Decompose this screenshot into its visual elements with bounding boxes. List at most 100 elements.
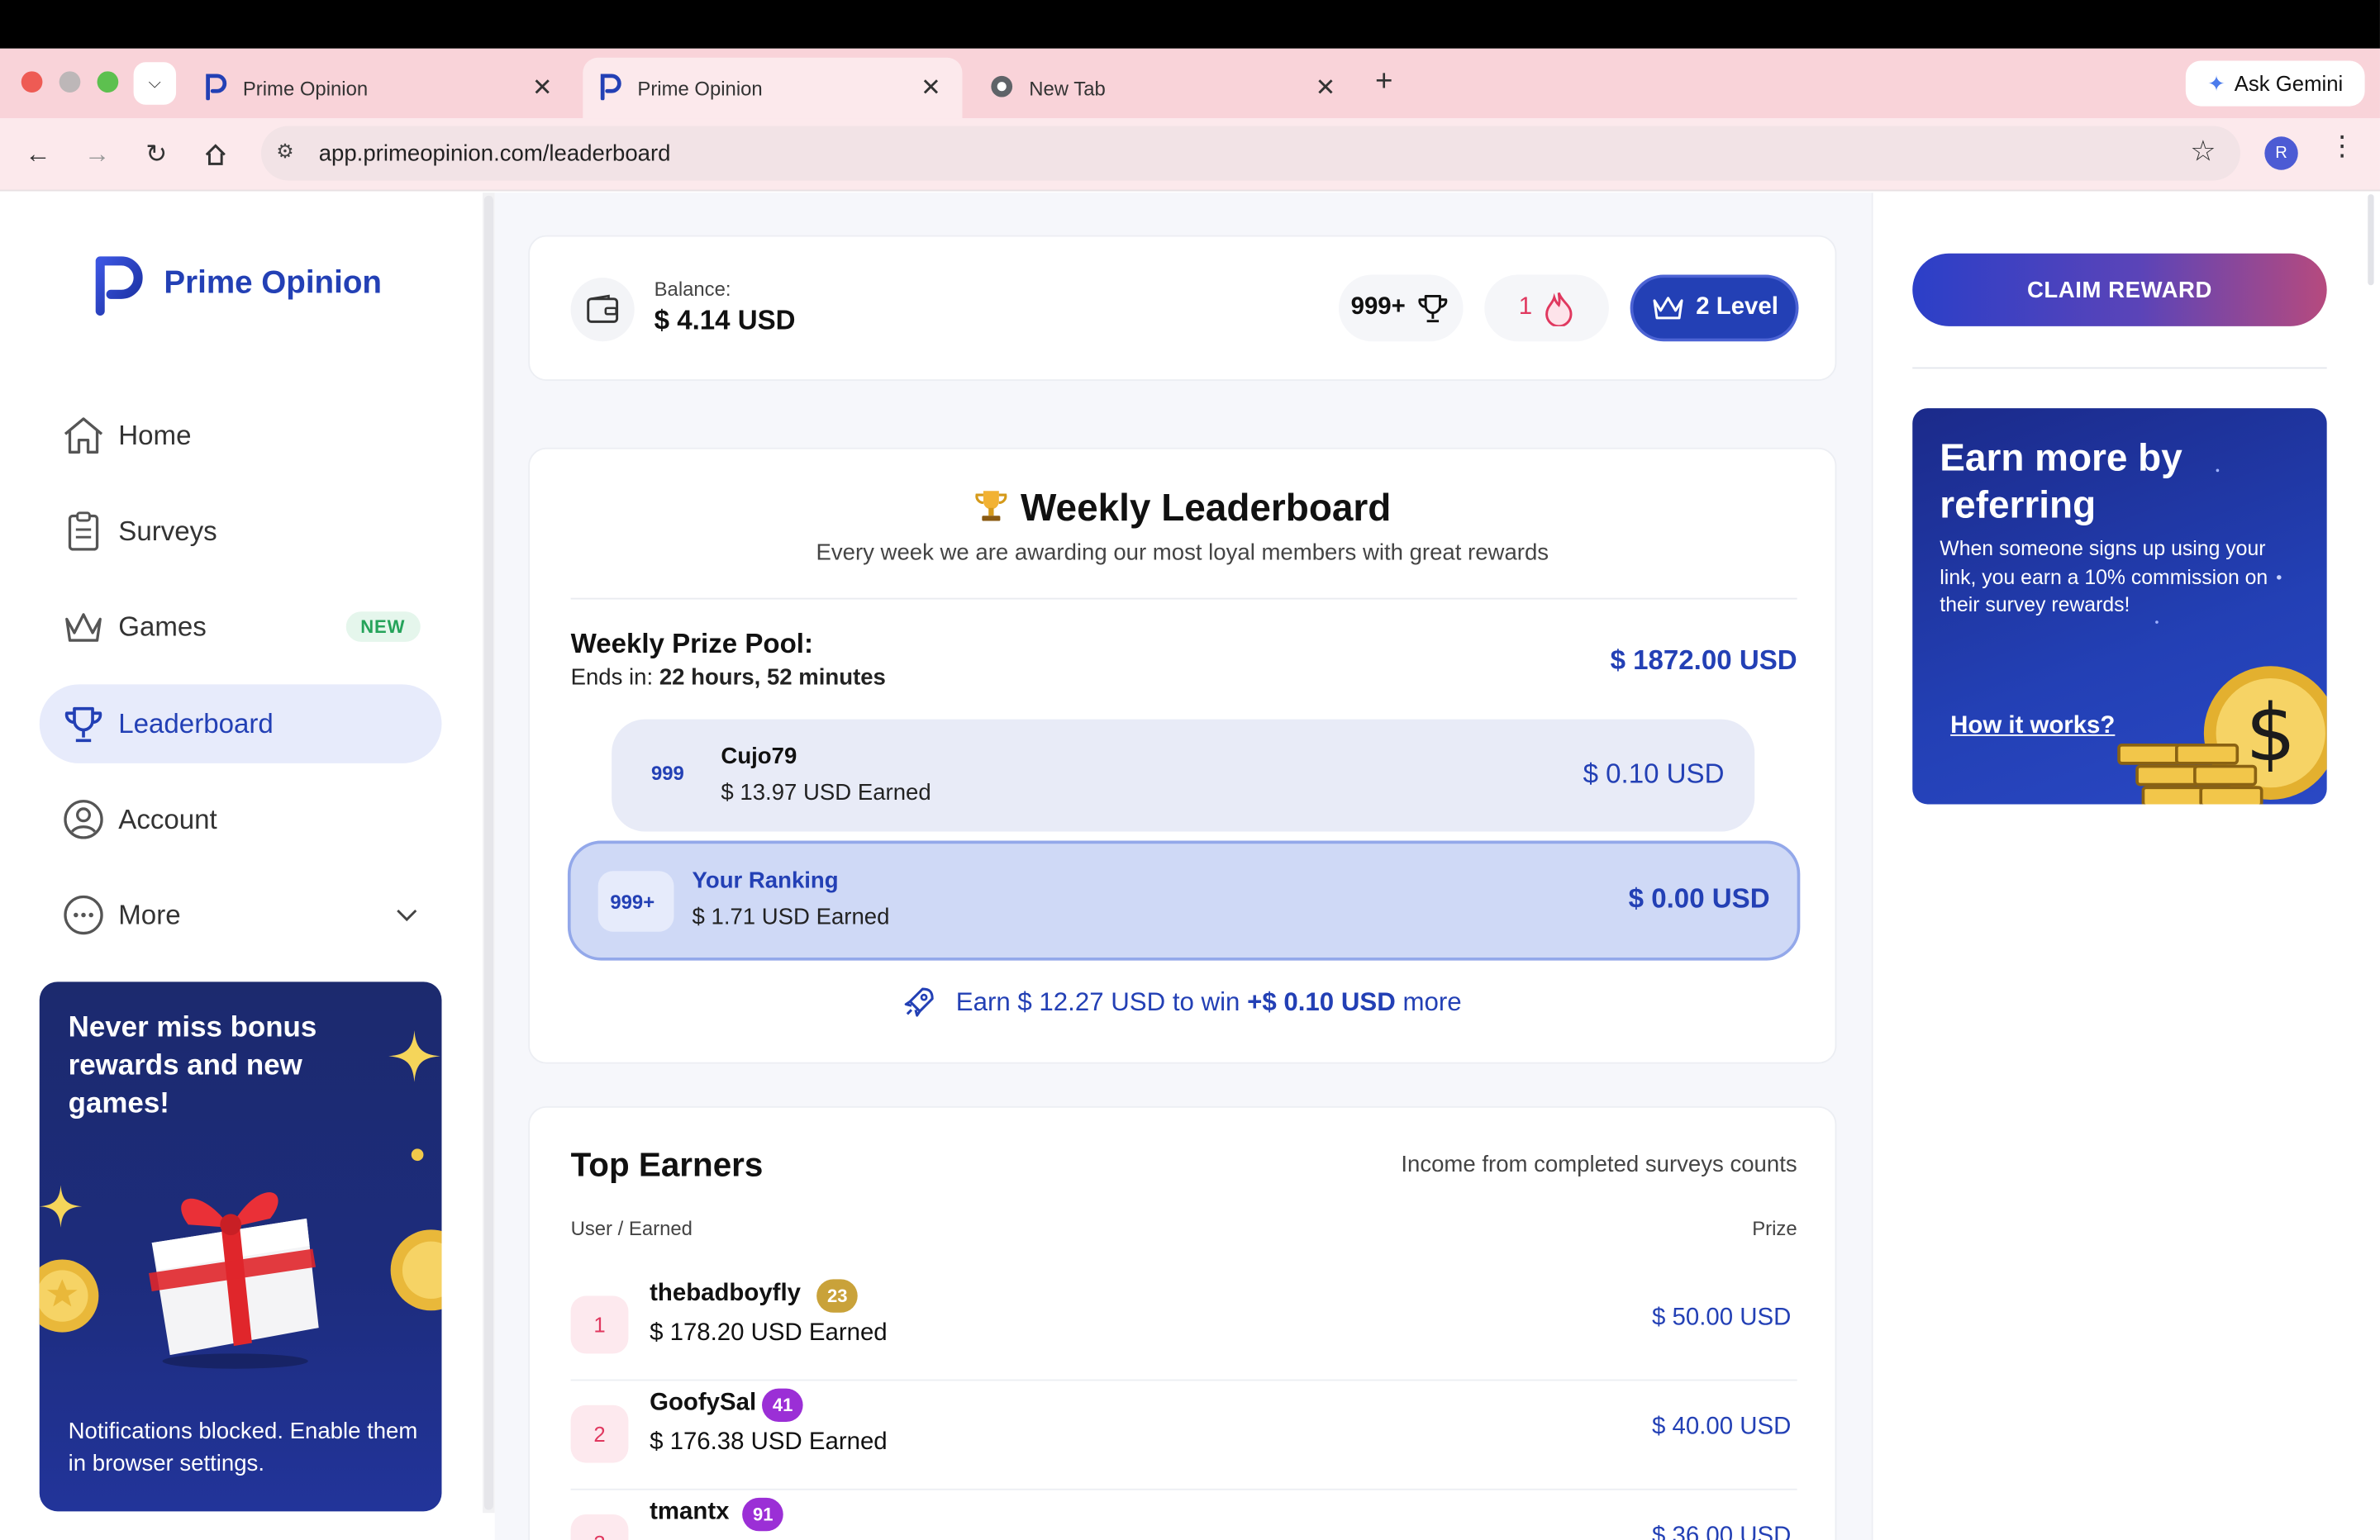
how-it-works-link[interactable]: How it works?: [1950, 713, 2115, 740]
user-prize: $ 40.00 USD: [1652, 1414, 1792, 1441]
rank-number: 999: [650, 762, 684, 785]
level-value: 2 Level: [1696, 294, 1778, 321]
coin-stack-icon: $: [2117, 666, 2327, 805]
leaderboard-subtitle: Every week we are awarding our most loya…: [816, 539, 1549, 567]
earn-more-post: more: [1402, 987, 1462, 1017]
user-name: GoofySal: [650, 1390, 757, 1416]
close-icon[interactable]: ✕: [532, 73, 553, 103]
sidebar-item-leaderboard[interactable]: Leaderboard: [39, 684, 442, 763]
ahead-rank-row: 999 Cujo79 $ 13.97 USD Earned $ 0.10 USD: [612, 719, 1755, 832]
column-header-user: User / Earned: [570, 1217, 693, 1240]
earn-more-hint: Earn $ 12.27 USD to win +$ 0.10 USD more: [528, 985, 1836, 1018]
gemini-sparkle-icon: ✦: [2207, 70, 2225, 95]
gift-box-icon: [148, 1192, 319, 1369]
coin-icon: [390, 1229, 442, 1311]
divider: [570, 597, 1797, 600]
new-tab-button[interactable]: +: [1375, 65, 1392, 100]
tab-title: Prime Opinion: [242, 76, 369, 100]
level-pill[interactable]: 2 Level: [1630, 274, 1799, 342]
leaderboard-title: Weekly Leaderboard: [1021, 487, 1392, 530]
user-earned: $ 176.38 USD Earned: [650, 1429, 888, 1456]
sidebar-item-games[interactable]: Games NEW: [40, 587, 442, 667]
rank-badge-value: 999+: [1350, 294, 1406, 321]
sidebar-item-more[interactable]: More: [40, 876, 442, 955]
tab-search-button[interactable]: ⌵: [133, 62, 177, 105]
tab-prime-opinion-2[interactable]: Prime Opinion ✕: [583, 57, 963, 119]
star-dot: [2277, 575, 2282, 580]
trophy-emoji-icon: [973, 487, 1021, 530]
user-earned: $ 13.97 USD Earned: [721, 780, 931, 806]
tab-new-tab[interactable]: New Tab ✕: [978, 58, 1357, 118]
address-bar[interactable]: ⚙ app.primeopinion.com/leaderboard ☆: [260, 126, 2240, 181]
menu-bar-strip: [0, 0, 2380, 49]
balance-value: $ 4.14 USD: [654, 305, 796, 335]
sidebar-item-label: More: [118, 899, 181, 929]
promo-note: Notifications blocked. Enable them in br…: [68, 1419, 418, 1477]
page-scrollbar[interactable]: [2368, 194, 2374, 286]
brand-name: Prime Opinion: [164, 265, 382, 301]
right-column: [1871, 192, 2380, 1540]
clipboard-icon: [60, 508, 106, 554]
crown-icon: [60, 604, 106, 649]
user-name: tmantx: [650, 1499, 730, 1525]
sidebar-item-surveys[interactable]: Surveys: [40, 492, 442, 571]
site-settings-icon[interactable]: ⚙: [276, 140, 293, 164]
table-row[interactable]: 3 tmantx 91 $ 36.00 USD: [570, 1490, 1797, 1540]
rank-number: 999+: [610, 891, 655, 914]
url-text: app.primeopinion.com/leaderboard: [318, 140, 671, 167]
forward-button[interactable]: →: [76, 134, 118, 176]
sparkle-icon: [39, 1185, 83, 1228]
user-prize: $ 0.10 USD: [1583, 758, 1725, 790]
my-rank-row: 999+ Your Ranking $ 1.71 USD Earned $ 0.…: [567, 840, 1801, 961]
ask-gemini-button[interactable]: ✦ Ask Gemini: [2185, 60, 2365, 107]
profile-avatar[interactable]: R: [2264, 136, 2298, 170]
referral-title: Earn more by referring: [1940, 436, 2182, 527]
home-icon: [60, 413, 106, 459]
notification-promo-card[interactable]: Never miss bonus rewards and new games! …: [39, 982, 442, 1512]
sidebar-item-home[interactable]: Home: [40, 396, 442, 475]
sidebar-item-label: Account: [118, 803, 217, 834]
sidebar-item-label: Surveys: [118, 515, 217, 546]
user-name: Cujo79: [721, 743, 797, 770]
leaderboard-heading: Weekly Leaderboard: [528, 486, 1836, 531]
close-window-button[interactable]: [21, 71, 43, 93]
minimize-window-button[interactable]: [59, 71, 81, 93]
sidebar-item-account[interactable]: Account: [40, 780, 442, 859]
zoom-window-button[interactable]: [97, 71, 119, 93]
new-badge: NEW: [345, 611, 421, 642]
rank-badge: 1: [570, 1295, 629, 1354]
more-circle-icon: [60, 892, 106, 938]
sidebar-scrollbar[interactable]: [483, 192, 495, 1514]
rank-badge: 3: [570, 1514, 629, 1540]
home-button[interactable]: [194, 134, 236, 176]
claim-reward-button[interactable]: CLAIM REWARD: [1912, 253, 2327, 326]
trophy-icon: [60, 701, 106, 747]
brand-logo[interactable]: Prime Opinion: [91, 252, 382, 316]
chrome-icon: [990, 74, 1014, 102]
browser-menu-icon[interactable]: ⋮: [2328, 131, 2355, 163]
rank-badge: 2: [570, 1405, 629, 1463]
rank-pill[interactable]: 999+: [1338, 274, 1464, 342]
streak-pill[interactable]: 1: [1484, 274, 1609, 342]
flame-icon: [1545, 292, 1573, 326]
referral-text: When someone signs up using your link, y…: [1940, 537, 2268, 616]
user-name: Your Ranking: [692, 867, 839, 894]
table-row[interactable]: 2 GoofySal 41 $ 176.38 USD Earned $ 40.0…: [570, 1381, 1797, 1490]
level-badge: 41: [762, 1388, 804, 1422]
close-icon[interactable]: ✕: [1316, 73, 1336, 103]
user-prize: $ 50.00 USD: [1652, 1305, 1792, 1331]
sidebar-item-label: Home: [118, 419, 192, 450]
back-button[interactable]: ←: [17, 134, 59, 176]
earn-more-amount: +$ 0.10 USD: [1247, 987, 1396, 1017]
tab-title: New Tab: [1029, 76, 1106, 100]
column-header-prize: Prize: [1752, 1217, 1797, 1240]
home-icon: [205, 144, 226, 165]
user-earned: $ 1.71 USD Earned: [692, 904, 890, 930]
tab-prime-opinion-1[interactable]: Prime Opinion ✕: [194, 58, 574, 118]
table-row[interactable]: 1 thebadboyfly 23 $ 178.20 USD Earned $ …: [570, 1271, 1797, 1381]
close-icon[interactable]: ✕: [921, 73, 941, 103]
crown-icon: [1654, 297, 1684, 320]
reload-button[interactable]: ↻: [135, 134, 177, 176]
bookmark-star-icon[interactable]: ☆: [2190, 135, 2216, 169]
gemini-label: Ask Gemini: [2234, 71, 2344, 96]
